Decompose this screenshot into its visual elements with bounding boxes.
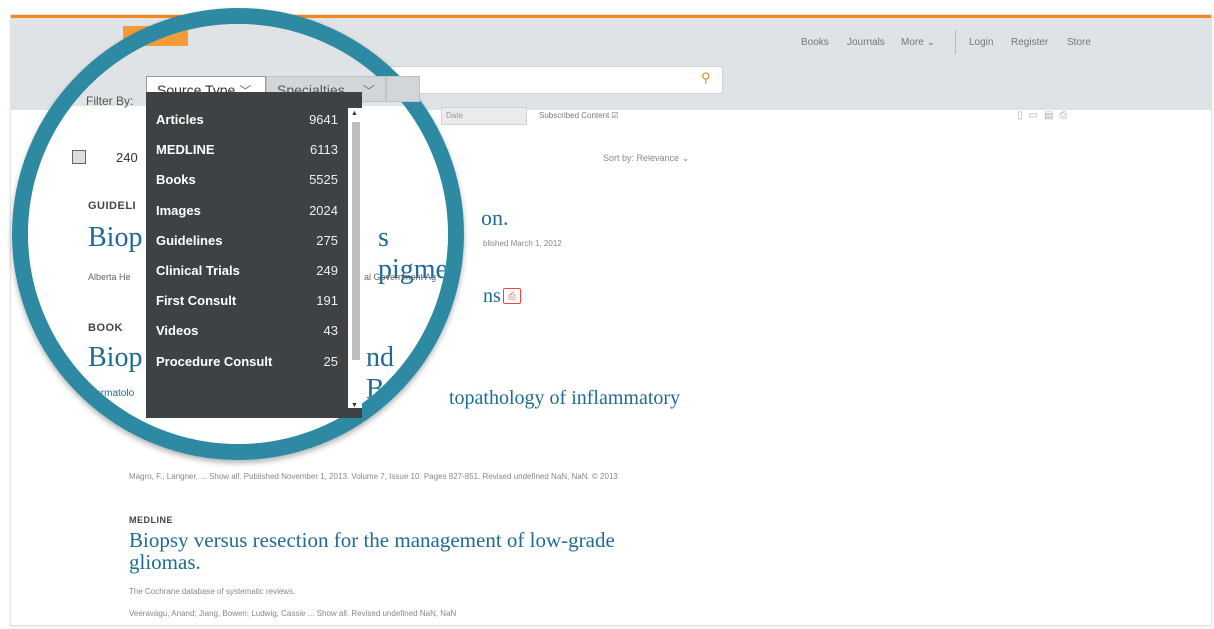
chevron-down-icon: ⌄	[926, 37, 935, 48]
result-title-fragment[interactable]: ns	[483, 285, 501, 308]
result-org: al Government Ag	[364, 272, 437, 282]
result-meta: right, S	[88, 420, 117, 430]
dropdown-item-guidelines[interactable]: Guidelines 275	[156, 233, 338, 248]
result-title[interactable]: nd Basi	[366, 342, 448, 406]
result-source: The Cochrane database of systematic revi…	[129, 587, 296, 596]
date-filter-dropdown[interactable]: Date	[441, 107, 527, 125]
dropdown-item-medline[interactable]: MEDLINE 6113	[156, 142, 338, 157]
result-count: 240	[116, 150, 138, 165]
result-type: BOOK	[88, 322, 123, 334]
subscribed-content-checkbox[interactable]: Subscribed Content ☑	[539, 111, 619, 120]
result-title[interactable]: Biopsy versus resection for the manageme…	[129, 529, 689, 573]
filter-label: Filter By:	[86, 94, 134, 108]
result-title[interactable]: topathology of inflammatory	[449, 387, 680, 410]
dropdown-item-procedure-consult[interactable]: Procedure Consult 25	[156, 354, 338, 369]
result-meta: Magro, F., Langner, ... Show all. Publis…	[129, 472, 618, 481]
nav-more[interactable]: More ⌄	[901, 37, 935, 48]
sort-by[interactable]: Sort by: Relevance ⌄	[603, 153, 689, 164]
chevron-down-icon: ﹀	[362, 84, 375, 98]
result-title[interactable]: Biop	[88, 342, 142, 374]
nav-books[interactable]: Books	[801, 37, 829, 48]
dropdown-item-books[interactable]: Books 5525	[156, 172, 338, 187]
result-author: Alberta He	[88, 272, 131, 282]
nav-divider	[955, 30, 956, 54]
source-type-dropdown: Articles 9641 MEDLINE 6113 Books 5525 Image…	[146, 92, 362, 418]
result-link[interactable]: Dermatolo	[88, 388, 134, 399]
result-authors: Veeravagu, Anand; Jiang, Bowen; Ludwig, …	[129, 609, 457, 618]
result-type: GUIDELI	[88, 200, 137, 212]
dropdown-item-articles[interactable]: Articles 9641	[156, 112, 338, 127]
toolbar-icons[interactable]: ▯▭▤⎙	[1017, 110, 1073, 121]
scrollbar-thumb[interactable]	[352, 122, 360, 360]
result-title[interactable]: Biop	[88, 222, 142, 254]
nav-register[interactable]: Register	[1011, 37, 1048, 48]
scroll-down-icon[interactable]: ▼	[351, 402, 358, 409]
select-all-checkbox[interactable]	[72, 150, 86, 164]
nav-login[interactable]: Login	[969, 37, 993, 48]
result-date: blished March 1, 2012	[483, 239, 562, 248]
nav-journals[interactable]: Journals	[847, 37, 885, 48]
dropdown-item-videos[interactable]: Videos 43	[156, 323, 338, 338]
search-icon[interactable]: ⚲	[701, 70, 711, 86]
scroll-up-icon[interactable]: ▲	[351, 110, 358, 117]
nav-store[interactable]: Store	[1067, 37, 1091, 48]
result-title-fragment[interactable]: on.	[481, 205, 509, 231]
dropdown-item-images[interactable]: Images 2024	[156, 203, 338, 218]
result-type: MEDLINE	[129, 515, 173, 525]
dropdown-item-clinical-trials[interactable]: Clinical Trials 249	[156, 263, 338, 278]
pdf-icon[interactable]: ⎙	[503, 288, 521, 304]
more-filter[interactable]	[386, 76, 420, 102]
dropdown-item-first-consult[interactable]: First Consult 191	[156, 293, 338, 308]
